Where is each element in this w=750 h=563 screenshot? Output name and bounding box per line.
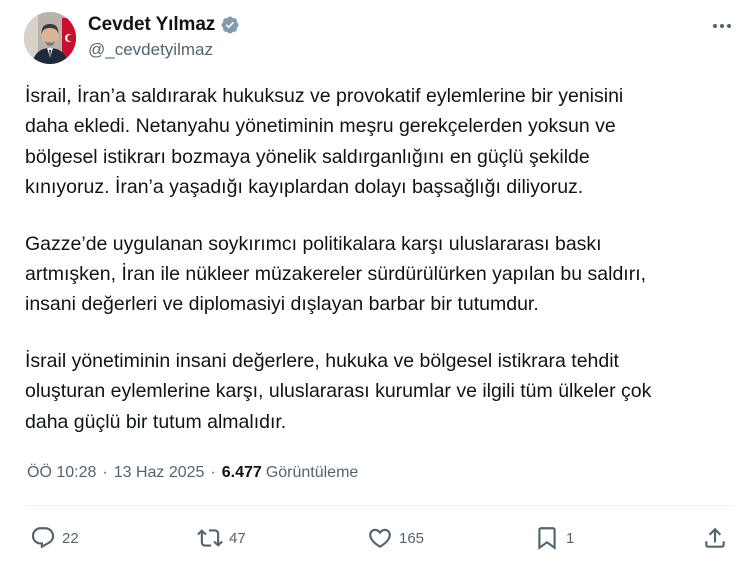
bookmark-count: 1 <box>566 529 575 547</box>
repost-button[interactable]: 47 <box>197 520 246 556</box>
author-display-name[interactable]: Cevdet Yılmaz <box>88 14 215 36</box>
reply-button[interactable]: 22 <box>30 520 79 556</box>
post-paragraph: İsrail, İran’a saldırarak hukuksuz ve pr… <box>25 85 624 199</box>
views-count: 6.477 <box>221 464 262 481</box>
post-date[interactable]: 13 Haz 2025 <box>114 464 205 482</box>
reply-icon <box>31 527 55 549</box>
views-label: Görüntüleme <box>265 464 359 481</box>
like-button[interactable]: 165 <box>367 520 424 556</box>
profile-photo <box>24 12 76 64</box>
post-text: İsrail, İran’a saldırarak hukuksuz ve pr… <box>25 81 735 437</box>
meta-separator: · <box>210 464 216 481</box>
verified-badge-icon[interactable] <box>220 15 240 35</box>
post-metadata: ÖÖ 10:28 · 13 Haz 2025 · 6.477 Görüntüle… <box>27 464 358 482</box>
author-avatar[interactable] <box>24 12 76 64</box>
share-button[interactable] <box>702 520 728 556</box>
post-time[interactable]: ÖÖ 10:28 <box>27 464 96 482</box>
author-name-row: Cevdet Yılmaz <box>88 14 240 36</box>
bookmark-button[interactable]: 1 <box>534 520 574 556</box>
reply-count: 22 <box>62 529 79 547</box>
post-paragraph: İsrail yönetiminin insani değerlere, huk… <box>25 349 652 433</box>
post-paragraph: Gazze’de uygulanan soykırımcı politikala… <box>25 232 647 316</box>
like-count: 165 <box>399 529 425 547</box>
author-handle[interactable]: @_cevdetyilmaz <box>88 40 213 60</box>
heart-icon <box>369 528 391 548</box>
meta-separator: · <box>102 464 108 481</box>
share-icon <box>705 527 725 548</box>
divider <box>25 505 734 506</box>
bookmark-icon <box>538 527 556 550</box>
more-dots-icon <box>713 24 731 28</box>
repost-icon <box>197 529 223 547</box>
more-options-button[interactable] <box>706 14 738 38</box>
action-bar: 22 47 165 1 <box>0 520 750 556</box>
repost-count: 47 <box>229 529 246 547</box>
tweet-card: Cevdet Yılmaz @_cevdetyilmaz İsrail, İra… <box>0 0 750 563</box>
